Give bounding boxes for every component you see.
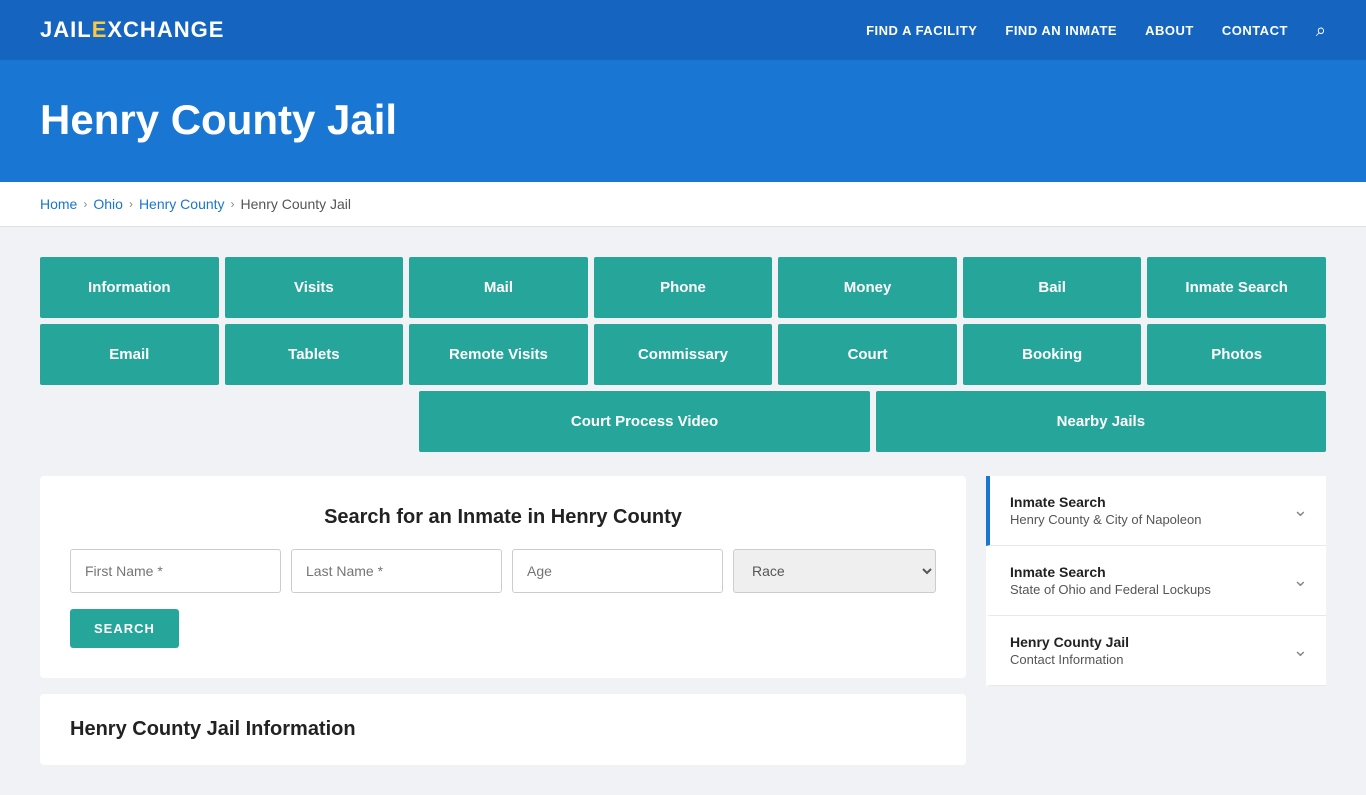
chevron-down-icon-2: ⌄ [1293,640,1308,661]
bottom-card: Henry County Jail Information [40,694,966,765]
race-select[interactable]: Race White Black Hispanic Asian Other [733,549,936,593]
search-icon[interactable]: ⌕ [1316,20,1326,41]
btn-photos[interactable]: Photos [1147,324,1326,385]
btn-commissary[interactable]: Commissary [594,324,773,385]
last-name-input[interactable] [291,549,502,593]
breadcrumb-current: Henry County Jail [241,196,352,212]
breadcrumb-ohio[interactable]: Ohio [93,196,123,212]
btn-inmate-search[interactable]: Inmate Search [1147,257,1326,318]
age-input[interactable] [512,549,723,593]
button-grid-row3: Court Process Video Nearby Jails [40,391,1326,452]
sidebar-item-title-0: Inmate Search [1010,494,1201,510]
bottom-title: Henry County Jail Information [70,718,936,741]
sidebar-item-1[interactable]: Inmate Search State of Ohio and Federal … [986,546,1326,616]
hero-banner: Henry County Jail [0,60,1366,182]
breadcrumb-henry-county[interactable]: Henry County [139,196,225,212]
search-card: Search for an Inmate in Henry County Rac… [40,476,966,678]
page-title: Henry County Jail [40,96,1326,144]
btn-remote-visits[interactable]: Remote Visits [409,324,588,385]
sidebar-item-subtitle-0: Henry County & City of Napoleon [1010,512,1201,527]
btn-information[interactable]: Information [40,257,219,318]
nav-links: FIND A FACILITY FIND AN INMATE ABOUT CON… [866,20,1326,41]
breadcrumb-bar: Home › Ohio › Henry County › Henry Count… [0,182,1366,227]
button-grid-row1: Information Visits Mail Phone Money Bail… [40,257,1326,318]
sidebar-item-0[interactable]: Inmate Search Henry County & City of Nap… [986,476,1326,546]
btn-bail[interactable]: Bail [963,257,1142,318]
navbar: JAILEXCHANGE FIND A FACILITY FIND AN INM… [0,0,1366,60]
breadcrumb-sep-3: › [231,197,235,211]
btn-booking[interactable]: Booking [963,324,1142,385]
sidebar-item-2[interactable]: Henry County Jail Contact Information ⌄ [986,616,1326,686]
logo: JAILEXCHANGE [40,17,224,43]
search-form-row: Race White Black Hispanic Asian Other [70,549,936,593]
search-title: Search for an Inmate in Henry County [70,506,936,529]
search-button[interactable]: SEARCH [70,609,179,648]
breadcrumb-sep-2: › [129,197,133,211]
sidebar-item-text-1: Inmate Search State of Ohio and Federal … [1010,564,1211,597]
left-column: Search for an Inmate in Henry County Rac… [40,476,966,765]
sidebar: Inmate Search Henry County & City of Nap… [986,476,1326,686]
chevron-down-icon-0: ⌄ [1293,500,1308,521]
nav-find-facility[interactable]: FIND A FACILITY [866,23,977,38]
btn-visits[interactable]: Visits [225,257,404,318]
sidebar-item-title-1: Inmate Search [1010,564,1211,580]
chevron-down-icon-1: ⌄ [1293,570,1308,591]
sidebar-item-subtitle-2: Contact Information [1010,652,1129,667]
sidebar-item-text-2: Henry County Jail Contact Information [1010,634,1129,667]
btn-tablets[interactable]: Tablets [225,324,404,385]
nav-about[interactable]: ABOUT [1145,23,1194,38]
nav-contact[interactable]: CONTACT [1222,23,1288,38]
breadcrumb-sep-1: › [83,197,87,211]
breadcrumb-home[interactable]: Home [40,196,77,212]
button-grid-row2: Email Tablets Remote Visits Commissary C… [40,324,1326,385]
btn-money[interactable]: Money [778,257,957,318]
btn-court-process-video[interactable]: Court Process Video [419,391,869,452]
btn-email[interactable]: Email [40,324,219,385]
btn-phone[interactable]: Phone [594,257,773,318]
btn-nearby-jails[interactable]: Nearby Jails [876,391,1326,452]
two-col-layout: Search for an Inmate in Henry County Rac… [40,476,1326,765]
breadcrumb: Home › Ohio › Henry County › Henry Count… [40,196,1326,212]
btn-mail[interactable]: Mail [409,257,588,318]
main-content: Information Visits Mail Phone Money Bail… [0,227,1366,795]
sidebar-item-title-2: Henry County Jail [1010,634,1129,650]
first-name-input[interactable] [70,549,281,593]
sidebar-item-subtitle-1: State of Ohio and Federal Lockups [1010,582,1211,597]
nav-find-inmate[interactable]: FIND AN INMATE [1005,23,1117,38]
sidebar-item-text-0: Inmate Search Henry County & City of Nap… [1010,494,1201,527]
btn-court[interactable]: Court [778,324,957,385]
